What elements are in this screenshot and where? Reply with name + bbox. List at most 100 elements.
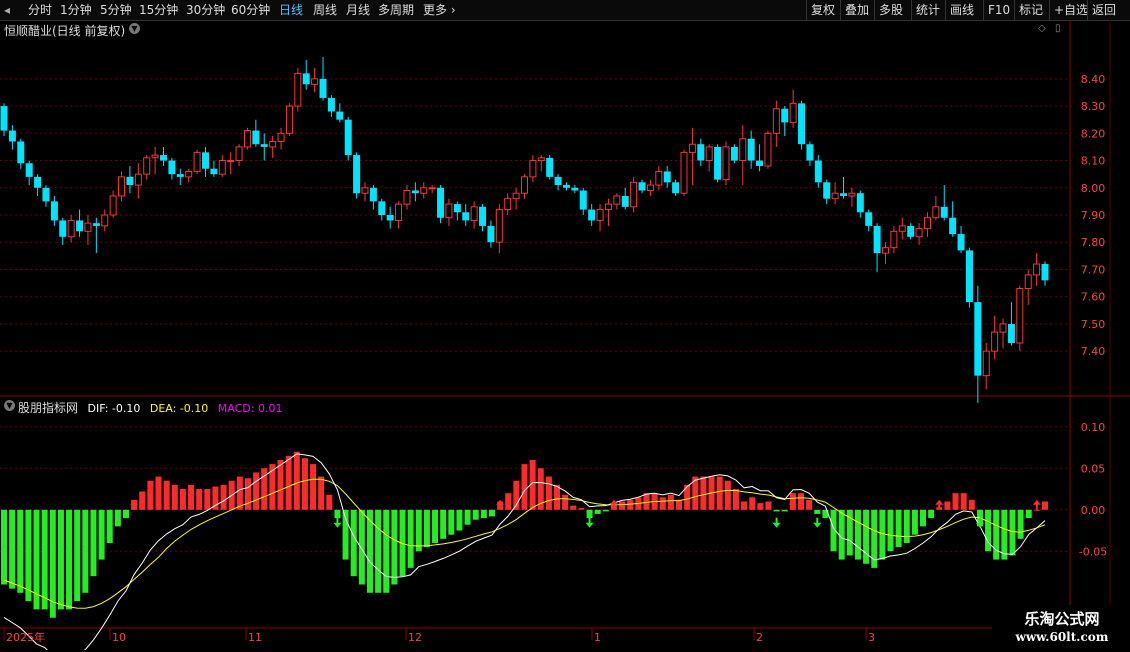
macd-bar-down: [74, 509, 81, 602]
candle-body-down: [344, 119, 352, 156]
macd-bar-down: [928, 509, 935, 519]
price-tick-label: 7.60: [1081, 291, 1106, 304]
candle-body-up: [109, 195, 117, 216]
macd-bar-up: [667, 494, 674, 510]
candle-body-down: [621, 195, 629, 207]
macd-bar-down: [472, 509, 479, 520]
candle-body-up: [680, 151, 688, 194]
x-tick-label: 1: [594, 631, 601, 644]
candle-body-up: [403, 189, 411, 205]
panel-toggle-icon[interactable]: ▯: [1055, 23, 1061, 34]
candle-body-up: [1033, 263, 1041, 276]
candle-body-down: [663, 171, 671, 183]
candle-body-up: [881, 247, 889, 254]
chevron-down-icon[interactable]: ▼: [4, 400, 15, 411]
candle-body-down: [907, 225, 915, 237]
macd-bar-up: [236, 476, 243, 510]
candle-body-up: [655, 170, 663, 186]
candle-body-down: [571, 187, 579, 191]
macd-bar-down: [1001, 509, 1008, 560]
macd-bar-down: [82, 509, 89, 593]
macd-bar-down: [90, 509, 97, 577]
candle-body-up: [999, 323, 1007, 333]
candle-body-down: [176, 174, 184, 177]
macd-bar-up: [147, 480, 154, 510]
candle-body-down: [210, 168, 218, 175]
macd-bar-up: [188, 484, 195, 510]
candle-body-down: [260, 144, 268, 147]
sell-arrow-icon: [772, 517, 781, 528]
macd-bar-up: [578, 508, 585, 510]
price-tick-label: 8.30: [1081, 100, 1106, 113]
candle-body-up: [495, 209, 503, 243]
x-tick-label: 2: [756, 631, 763, 644]
macd-bar-up: [301, 458, 308, 510]
macd-bar-down: [17, 509, 24, 593]
macd-bar-down: [440, 509, 447, 539]
candle-body-down: [378, 201, 386, 215]
diamond-icon[interactable]: ◇: [1038, 23, 1046, 34]
macd-bar-up: [944, 501, 951, 510]
candle-body-down: [638, 182, 646, 191]
candle-body-down: [0, 106, 8, 131]
dea-value: DEA: -0.10: [149, 402, 209, 415]
candle-body-down: [856, 193, 864, 213]
macd-bar-down: [903, 509, 910, 543]
macd-bar-down: [488, 509, 495, 517]
candle-body-up: [470, 206, 478, 221]
watermark-title: 乐淘公式网: [1024, 610, 1100, 628]
macd-bar-down: [407, 509, 414, 568]
candle-body-up: [134, 173, 142, 186]
macd-bar-down: [423, 509, 430, 548]
macd-bar-up: [155, 476, 162, 510]
x-tick-label: 11: [248, 631, 262, 644]
sell-arrow-icon: [333, 517, 342, 528]
macd-bar-up: [505, 493, 512, 510]
candle-body-down: [798, 103, 806, 145]
price-tick-label: 7.70: [1081, 263, 1106, 276]
candle-body-up: [529, 160, 537, 178]
candle-body-up: [420, 187, 428, 194]
candle-body-down: [8, 130, 16, 142]
macd-bar-up: [554, 484, 561, 510]
candle-body-up: [898, 225, 906, 232]
candle-body-up: [982, 350, 990, 377]
macd-bar-down: [25, 509, 32, 602]
macd-bar-up: [676, 499, 683, 510]
x-tick-label: 2025年: [6, 630, 45, 644]
dif-value: DIF: -0.10: [87, 402, 141, 415]
candle-body-up: [739, 138, 747, 162]
candle-body-up: [504, 198, 512, 211]
x-tick-label: 12: [408, 631, 422, 644]
macd-bar-up: [659, 497, 666, 510]
macd-bar-up: [1042, 501, 1048, 510]
candle-body-up: [185, 170, 193, 178]
macd-bar-up: [204, 489, 211, 510]
macd-bar-down: [781, 509, 788, 512]
macd-bar-up: [570, 505, 577, 510]
candle-body-down: [437, 187, 445, 218]
macd-bar-up: [253, 472, 260, 510]
macd-bar-up: [179, 489, 186, 510]
candle-body-up: [311, 78, 319, 85]
candle-body-down: [579, 190, 587, 210]
macd-bar-up: [724, 480, 731, 510]
candle-body-down: [168, 160, 176, 175]
macd-bar-up: [220, 484, 227, 510]
macd-bar-down: [911, 509, 918, 535]
indicator-title: 股朋指标网 DIF: -0.10 DEA: -0.10 MACD: 0.01: [18, 399, 282, 416]
candle-body-down: [201, 152, 209, 169]
macd-bar-down: [594, 509, 601, 514]
kline-chart: 8.40 8.30 8.20 8.10 8.00 7.90 7.80 7.70 7.60 7.50…: [0, 20, 1130, 650]
candle-body-down: [865, 212, 873, 226]
candle-body-up: [235, 146, 243, 162]
candle-body-down: [126, 176, 134, 186]
candle-body-down: [92, 223, 100, 226]
candle-body-down: [806, 144, 814, 161]
candle-body-up: [118, 176, 126, 197]
candle-body-down: [974, 302, 982, 376]
macd-bar-up: [171, 484, 178, 510]
candle-body-up: [1024, 274, 1032, 290]
macd-bar-up: [619, 501, 626, 510]
x-tick-label: 3: [868, 631, 875, 644]
